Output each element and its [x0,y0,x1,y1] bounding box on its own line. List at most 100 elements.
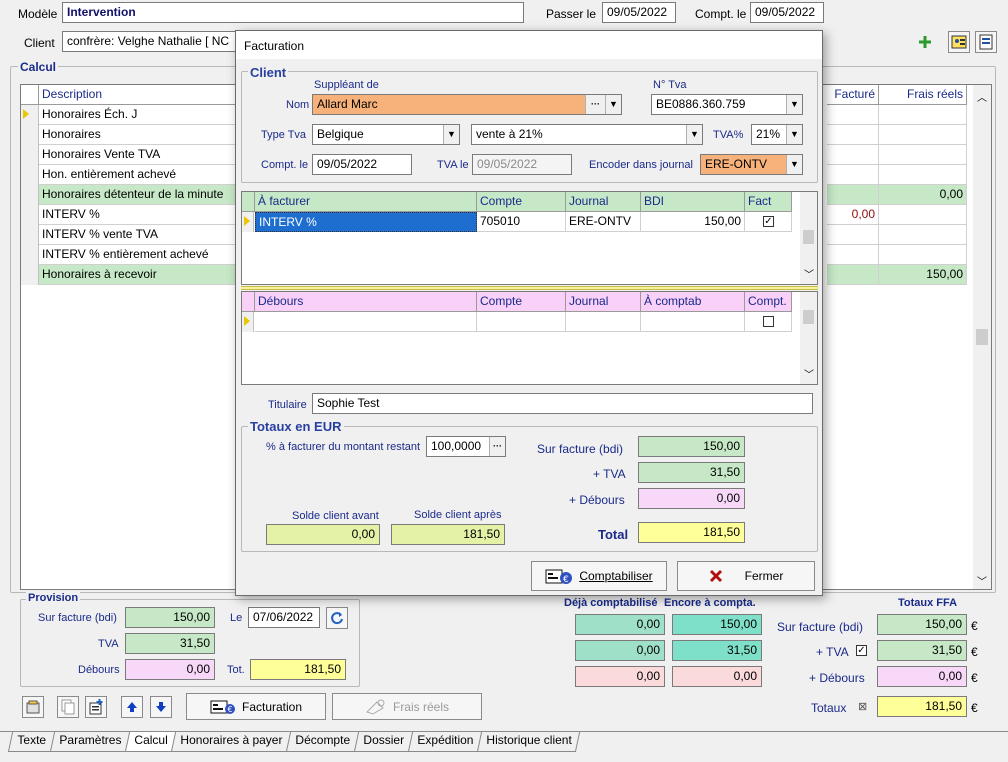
modal-debours-field[interactable]: 0,00 [638,488,745,509]
move-down-button[interactable] [150,696,172,718]
copy-button[interactable] [57,696,79,718]
grid1-col-bdi[interactable]: BDI [641,192,745,212]
tab-honoraires-à-payer[interactable]: Honoraires à payer [170,732,292,752]
grid2-col-acomptab[interactable]: À comptab [641,292,745,312]
scroll-up-icon[interactable]: ︿ [977,89,987,104]
grid2-cell-journal[interactable] [566,312,641,332]
ffa-debours-field[interactable]: 0,00 [877,666,967,687]
calcul-row-facture[interactable] [827,105,879,125]
titulaire-field[interactable]: Sophie Test [312,393,813,414]
calcul-row-facture[interactable]: 0,00 [827,205,879,225]
prov-tot-field[interactable]: 181,50 [250,659,346,680]
calcul-row-frais[interactable] [879,125,967,145]
calcul-row-description[interactable]: Honoraires détenteur de la minute [39,185,239,205]
grid2-col-debours[interactable]: Débours [255,292,477,312]
calcul-row-frais[interactable] [879,225,967,245]
passer-date-field[interactable]: 09/05/2022 [602,2,676,23]
ntva-field[interactable]: BE0886.360.759 ▼ [651,94,803,115]
ntva-dropdown-button[interactable]: ▼ [786,95,802,114]
calcul-row-frais[interactable] [879,245,967,265]
type-tva-dropdown-button[interactable]: ▼ [443,125,459,144]
grid2-col-compt[interactable]: Compt. [745,292,792,312]
grid2-scroll-thumb[interactable] [803,310,814,324]
tva-pct-select[interactable]: 21% ▼ [751,124,803,145]
ffa-tva-checkbox[interactable]: ✓ [856,645,867,656]
grid1-col-compte[interactable]: Compte [477,192,566,212]
grid2-col-journal[interactable]: Journal [566,292,641,312]
deja-debours-field[interactable]: 0,00 [575,666,665,687]
grid1-fact-checkbox[interactable]: ✓ [763,216,774,227]
contact-card-button[interactable] [948,31,970,53]
grid2-col-compte[interactable]: Compte [477,292,566,312]
calcul-row-facture[interactable] [827,225,879,245]
calcul-row-description[interactable]: Hon. entièrement achevé [39,165,239,185]
col-description[interactable]: Description [39,85,239,105]
col-facture[interactable]: Facturé [827,85,879,105]
calcul-row-description[interactable]: INTERV % vente TVA [39,225,239,245]
move-up-button[interactable] [121,696,143,718]
grid1-scroll-down-icon[interactable]: ﹀ [804,266,814,281]
calcul-row-description[interactable]: INTERV % entièrement achevé [39,245,239,265]
calcul-row-facture[interactable] [827,185,879,205]
tab-calcul[interactable]: Calcul [124,732,177,752]
nom-browse-button[interactable]: ··· [585,95,605,114]
col-frais-reels[interactable]: Frais réels [879,85,967,105]
modal-total-field[interactable]: 181,50 [638,522,745,543]
tab-dossier[interactable]: Dossier [353,732,413,752]
calcul-row-facture[interactable] [827,165,879,185]
prov-date-field[interactable]: 07/06/2022 [248,607,320,628]
tab-expédition[interactable]: Expédition [407,732,482,752]
journal-dropdown-button[interactable]: ▼ [786,155,802,174]
type-tva-select[interactable]: Belgique ▼ [312,124,460,145]
encore-tva-field[interactable]: 31,50 [672,640,762,661]
pct-field[interactable]: 100,0000 ··· [426,436,506,457]
encore-debours-field[interactable]: 0,00 [672,666,762,687]
frais-reels-button[interactable]: Frais réels [332,693,482,720]
tab-texte[interactable]: Texte [7,732,55,752]
totaux-expand-icon[interactable]: ⊠ [858,700,867,713]
calcul-scrollbar[interactable]: ︿ ﹀ [973,85,991,589]
grid1-cell-journal[interactable]: ERE-ONTV [566,212,641,232]
calcul-row-frais[interactable] [879,105,967,125]
grid1-col-journal[interactable]: Journal [566,192,641,212]
modal-tva-field[interactable]: 31,50 [638,462,745,483]
deja-tva-field[interactable]: 0,00 [575,640,665,661]
scroll-down-icon[interactable]: ﹀ [977,573,987,588]
nom-field[interactable]: Allard Marc ··· ▼ [312,94,622,115]
calcul-row-frais[interactable] [879,145,967,165]
refresh-button[interactable] [326,607,348,629]
vente-select[interactable]: vente à 21% ▼ [471,124,703,145]
grid1-cell-item[interactable]: INTERV % [255,212,477,232]
tab-décompte[interactable]: Décompte [286,732,359,752]
calcul-row-frais[interactable]: 0,00 [879,185,967,205]
modal-compt-field[interactable]: 09/05/2022 [312,154,412,175]
facturation-button[interactable]: € Facturation [186,693,326,720]
ffa-tva-field[interactable]: 31,50 [877,640,967,661]
tva-le-field[interactable]: 09/05/2022 [472,154,572,175]
modele-field[interactable]: Intervention [62,2,524,23]
grid2-cell-acomptab[interactable] [641,312,745,332]
ffa-bdi-field[interactable]: 150,00 [877,614,967,635]
fermer-button[interactable]: Fermer [677,561,815,591]
calcul-row-facture[interactable] [827,265,879,285]
calcul-row-description[interactable]: Honoraires [39,125,239,145]
grid1-cell-bdi[interactable]: 150,00 [641,212,745,232]
calcul-row-facture[interactable] [827,245,879,265]
modal-bdi-field[interactable]: 150,00 [638,436,745,457]
tva-pct-dropdown-button[interactable]: ▼ [786,125,802,144]
calcul-row-frais[interactable] [879,165,967,185]
calcul-row-description[interactable]: Honoraires Éch. J [39,105,239,125]
prov-debours-field[interactable]: 0,00 [125,659,215,680]
solde-avant-field[interactable]: 0,00 [266,524,380,545]
calcul-row-description[interactable]: Honoraires Vente TVA [39,145,239,165]
compt-date-field[interactable]: 09/05/2022 [750,2,824,23]
client-field[interactable]: confrère: Velghe Nathalie [ NC [62,31,242,52]
add-row-button[interactable] [85,696,107,718]
grid2-cell-debours[interactable] [255,312,477,332]
grid1-scrollbar[interactable]: ﹀ [800,192,817,284]
grid1-col-fact[interactable]: Fact [745,192,792,212]
grid2-cell-compte[interactable] [477,312,566,332]
grid2-compt-checkbox[interactable] [763,316,774,327]
comptabiliser-button[interactable]: € Comptabiliser [531,561,667,591]
journal-select[interactable]: ERE-ONTV ▼ [700,154,803,175]
